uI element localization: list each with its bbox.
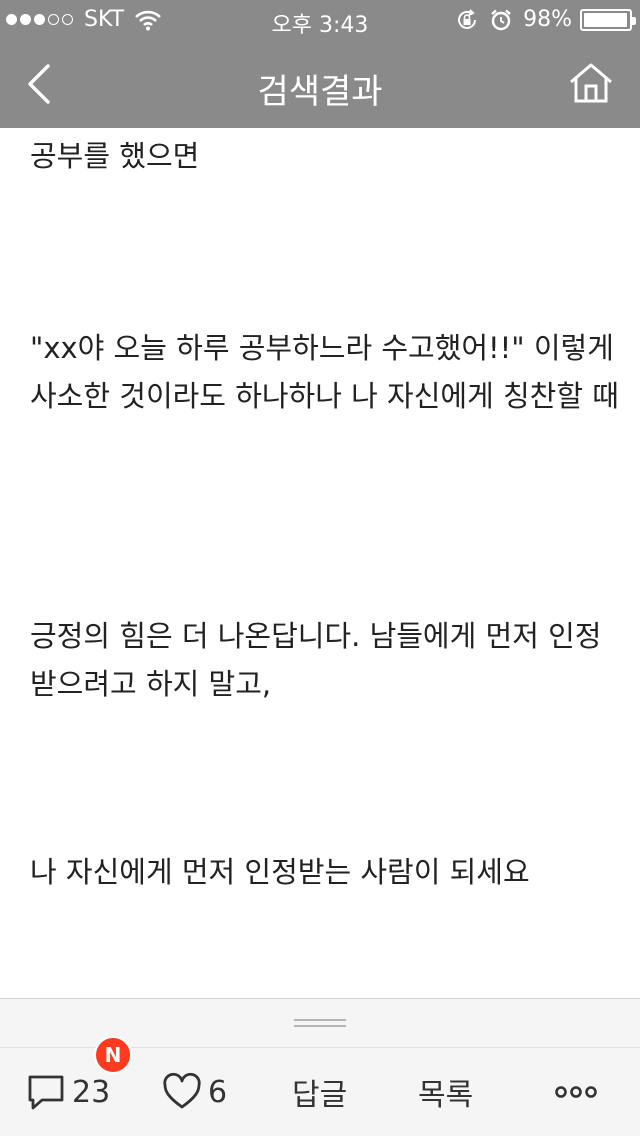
article-paragraph: 나 자신에게 먼저 인정받는 사람이 되세요	[30, 855, 530, 889]
page-title: 검색결과	[257, 72, 383, 112]
list-button[interactable]: 목록	[418, 1072, 473, 1113]
more-button[interactable]	[554, 1072, 598, 1112]
drag-handle[interactable]	[294, 1019, 346, 1029]
comment-icon	[28, 1075, 64, 1110]
alarm-icon	[491, 9, 511, 30]
battery-percent: 98%	[523, 7, 572, 32]
like-count: 6	[208, 1074, 228, 1110]
rotation-lock-icon	[458, 8, 477, 29]
like-button[interactable]: 6	[162, 1072, 227, 1112]
battery-fill	[584, 12, 627, 27]
comment-button[interactable]: 23	[26, 1072, 110, 1112]
navigation-bar: 검색결과	[0, 40, 640, 128]
heart-icon	[163, 1072, 201, 1109]
home-icon[interactable]	[568, 62, 614, 104]
reply-button[interactable]: 답글	[292, 1072, 347, 1113]
article-paragraph: 긍정의 힘은 더 나온답니다. 남들에게 먼저 인정받으려고 하지 말고,	[30, 619, 602, 701]
article-paragraph: 공부를 했으면	[30, 139, 200, 173]
article-paragraph: "xx야 오늘 하루 공부하느라 수고했어!!" 이렇게 사소한 것이라도 하나…	[30, 331, 619, 413]
status-bar: SKT 오후 3:43 98%	[0, 0, 640, 40]
battery-cap	[632, 16, 636, 25]
status-right: 98%	[455, 7, 636, 32]
top-bar: SKT 오후 3:43 98% 검색결과	[0, 0, 640, 128]
new-badge: N	[94, 1036, 132, 1074]
drag-handle-area[interactable]	[0, 998, 640, 1048]
comment-count: 23	[72, 1074, 111, 1110]
more-icon	[555, 1086, 597, 1098]
battery-icon	[580, 8, 636, 31]
article-content: 공부를 했으면 "xx야 오늘 하루 공부하느라 수고했어!!" 이렇게 사소한…	[30, 128, 620, 998]
